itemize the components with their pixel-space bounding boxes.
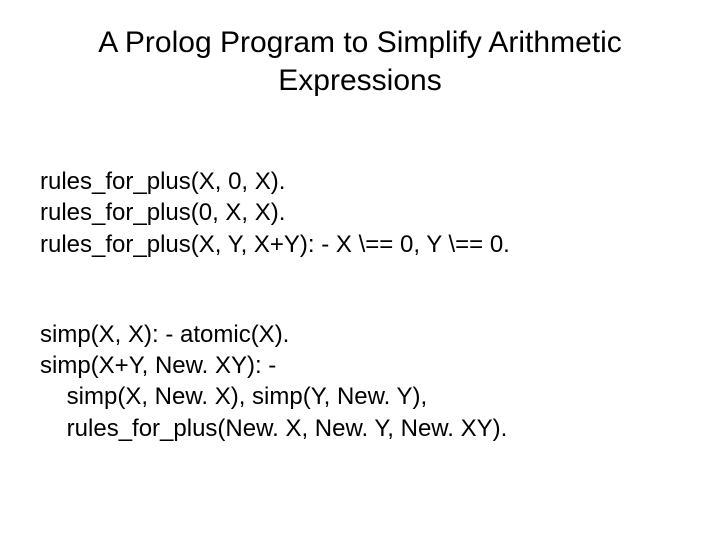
slide: A Prolog Program to Simplify Arithmetic …: [0, 0, 720, 540]
code-line: simp(X, New. X), simp(Y, New. Y),: [40, 383, 427, 410]
code-line: simp(X+Y, New. XY): -: [40, 352, 276, 379]
code-block-simp: simp(X, X): - atomic(X). simp(X+Y, New. …: [40, 288, 680, 444]
code-line: simp(X, X): - atomic(X).: [40, 321, 289, 348]
code-line: rules_for_plus(0, X, X).: [40, 199, 285, 226]
code-line: rules_for_plus(X, Y, X+Y): - X \== 0, Y …: [40, 231, 510, 258]
spacer: [40, 260, 680, 288]
code-line: rules_for_plus(X, 0, X).: [40, 168, 285, 195]
slide-title: A Prolog Program to Simplify Arithmetic …: [40, 24, 680, 99]
code-line: rules_for_plus(New. X, New. Y, New. XY).: [40, 415, 507, 442]
code-block-rules: rules_for_plus(X, 0, X). rules_for_plus(…: [40, 135, 680, 260]
